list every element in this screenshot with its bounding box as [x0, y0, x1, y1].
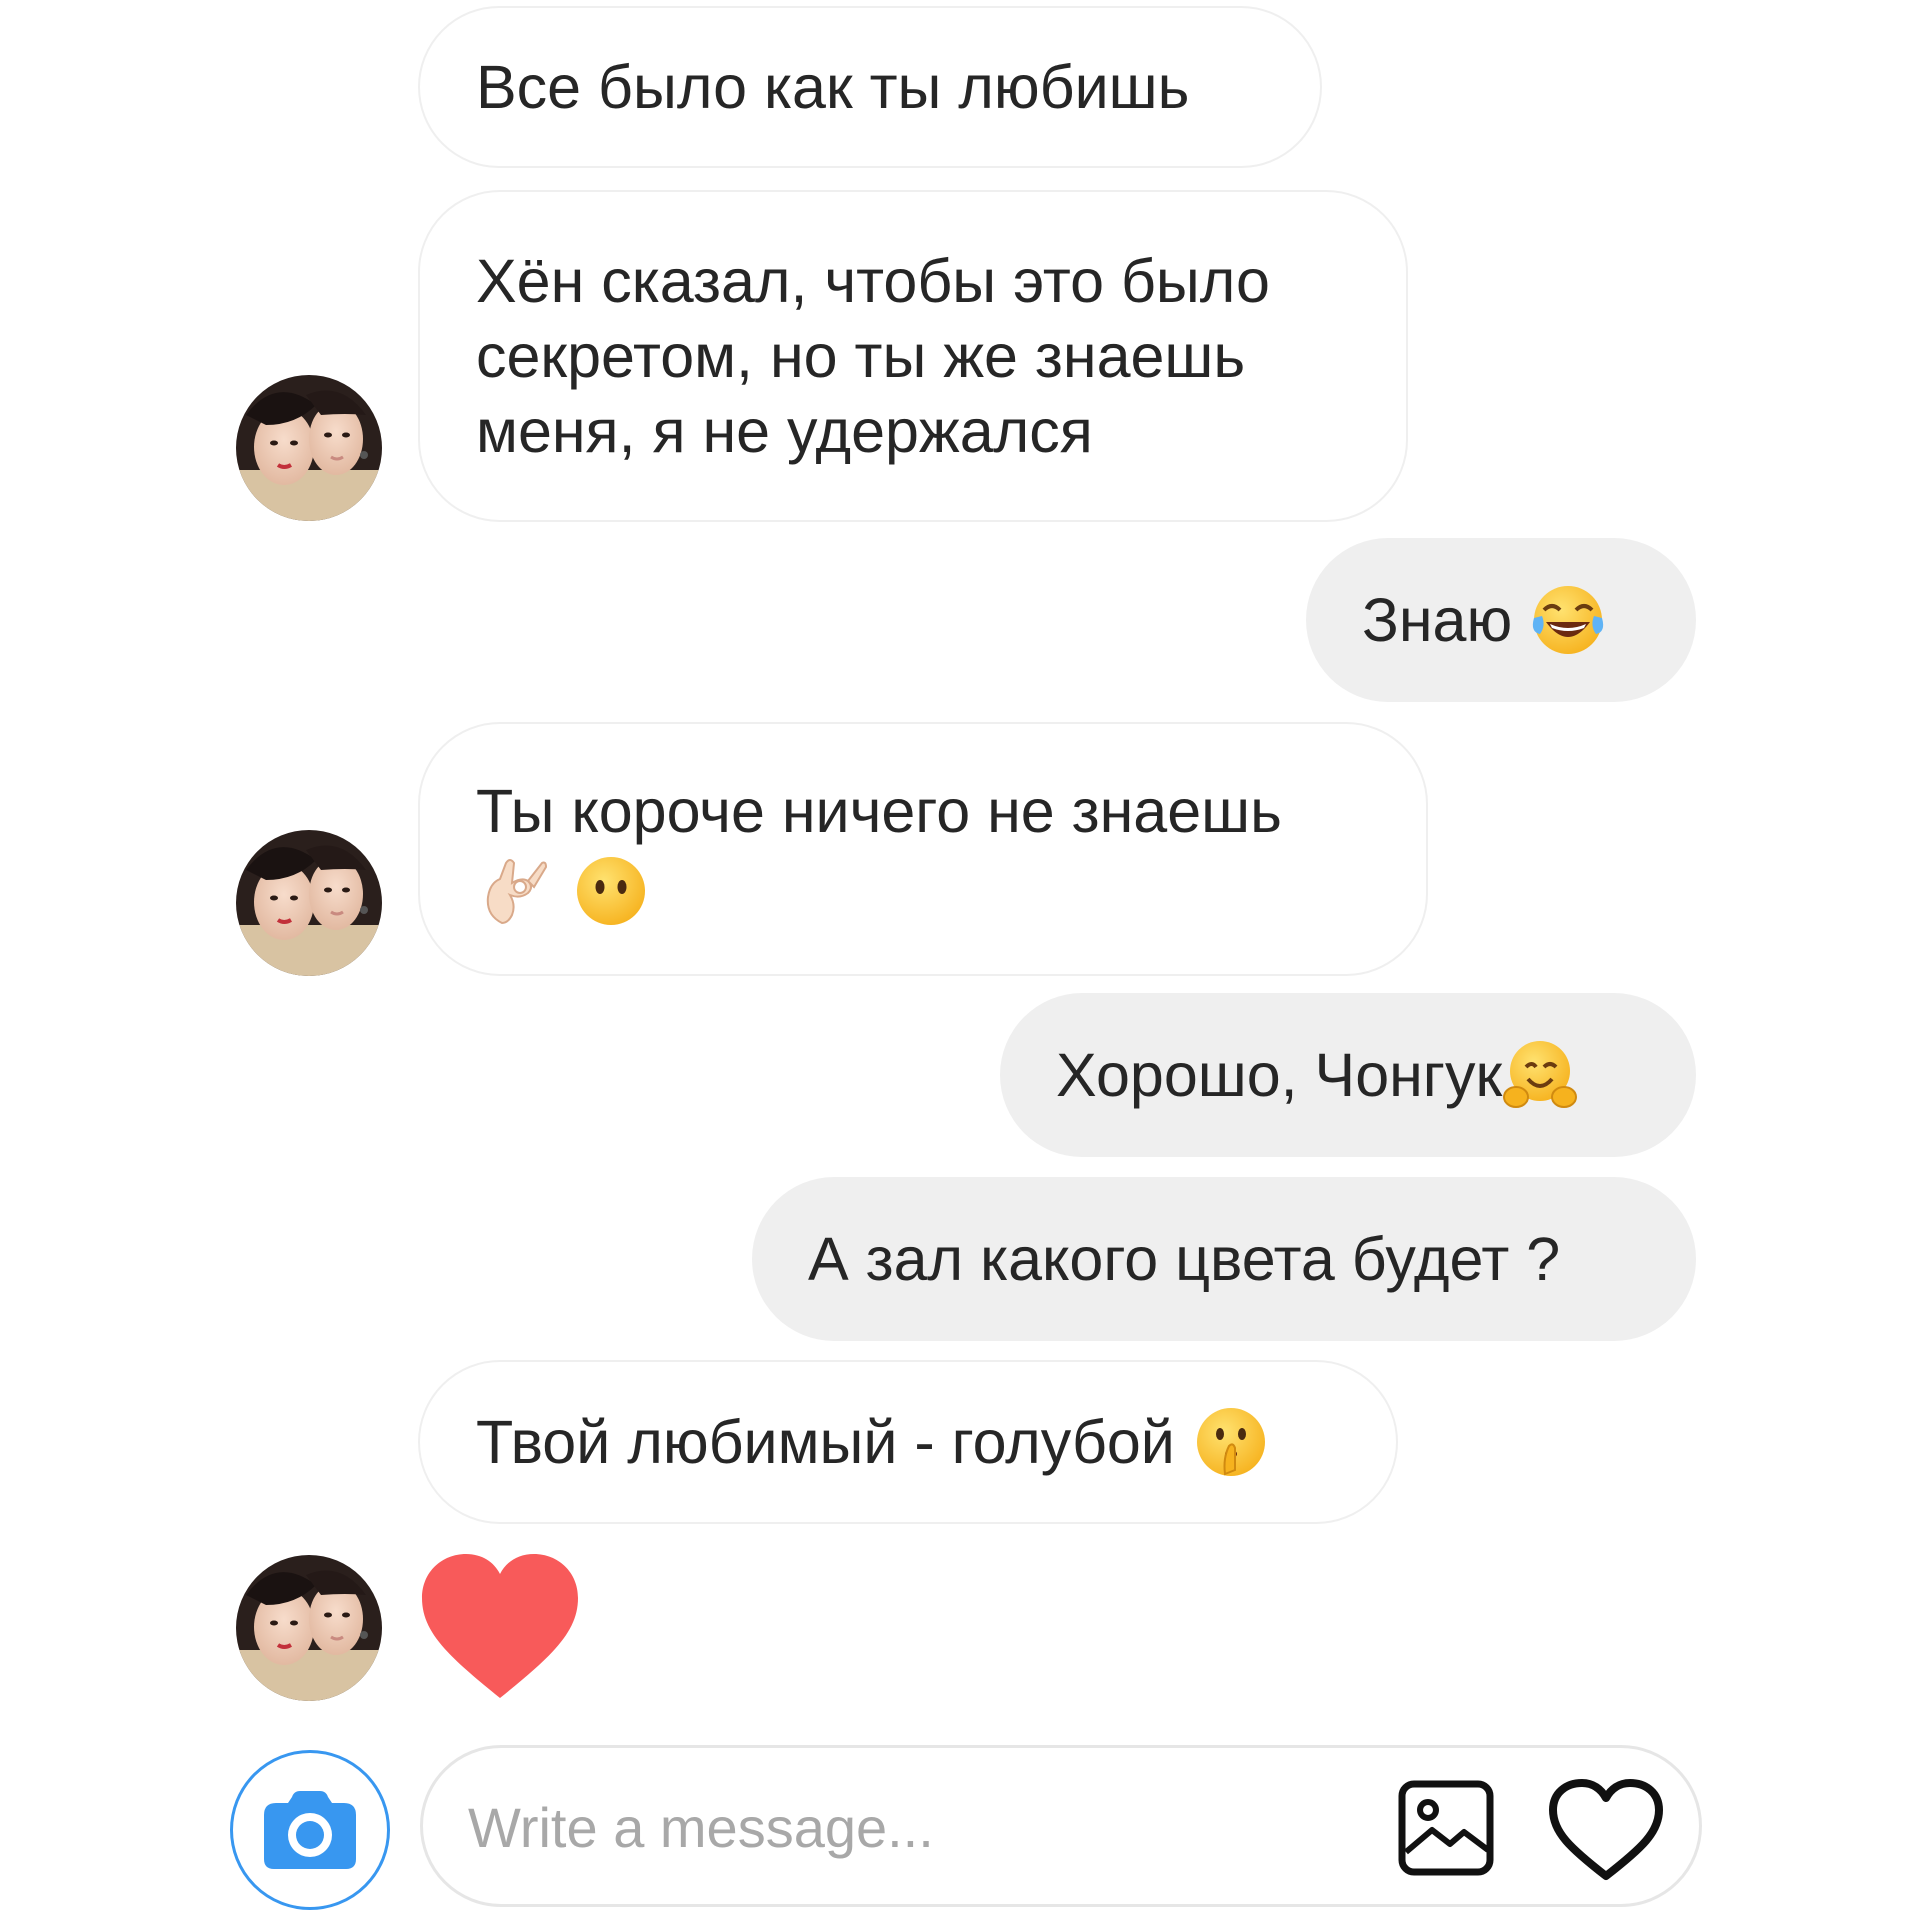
message-bubble-incoming[interactable]: Все было как ты любишь	[418, 6, 1322, 168]
message-bubble-incoming[interactable]: Ты короче ничего не знаешь	[418, 722, 1428, 976]
message-bubble-incoming[interactable]: Хён сказал, чтобы это было секретом, но …	[418, 190, 1408, 522]
message-text: Хён сказал, чтобы это было секретом, но …	[476, 246, 1270, 465]
camera-button[interactable]	[230, 1750, 390, 1910]
message-text: А зал какого цвета будет ?	[808, 1224, 1561, 1293]
avatar[interactable]	[236, 830, 382, 976]
message-text: Знаю	[1362, 585, 1513, 654]
message-bubble-incoming[interactable]: Твой любимый - голубой	[418, 1360, 1398, 1524]
avatar[interactable]	[236, 375, 382, 521]
message-bubble-outgoing[interactable]: А зал какого цвета будет ?	[752, 1177, 1696, 1341]
face-with-tears-of-joy-icon	[1533, 586, 1604, 654]
message-composer	[420, 1745, 1702, 1907]
message-bubble-outgoing[interactable]: Хорошо, Чонгук	[1000, 993, 1696, 1157]
face-without-mouth-icon	[576, 856, 645, 925]
message-input[interactable]	[468, 1784, 1348, 1870]
ok-hand-icon	[486, 858, 548, 924]
image-icon	[1398, 1780, 1494, 1876]
hugging-face-icon	[1503, 1041, 1578, 1108]
gallery-button[interactable]	[1398, 1780, 1494, 1876]
shushing-face-icon	[1196, 1408, 1265, 1476]
heart-outline-icon	[1549, 1779, 1663, 1880]
message-bubble-outgoing[interactable]: Знаю	[1306, 538, 1696, 702]
message-text: Все было как ты любишь	[476, 52, 1190, 121]
message-text: Хорошо, Чонгук	[1056, 1040, 1503, 1109]
message-text: Твой любимый - голубой	[476, 1407, 1175, 1476]
red-heart-icon	[422, 1554, 578, 1698]
like-button[interactable]	[1548, 1778, 1664, 1882]
avatar[interactable]	[236, 1555, 382, 1701]
camera-icon	[264, 1791, 356, 1869]
heart-sticker[interactable]	[418, 1552, 582, 1700]
message-text: Ты короче ничего не знаешь	[476, 777, 1282, 845]
